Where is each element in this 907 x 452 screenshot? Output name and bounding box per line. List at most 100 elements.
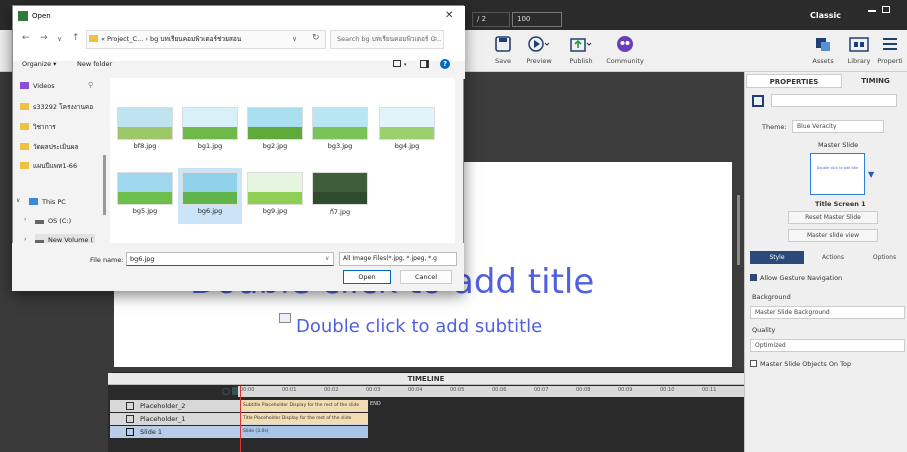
preview-tool[interactable]: Preview [516,34,562,65]
help-icon[interactable]: ? [440,59,450,69]
chevron-down-icon[interactable]: ∨ [16,197,20,204]
chevron-down-icon[interactable]: ▾ [404,62,407,68]
file-item[interactable]: bg3.jpg [308,103,372,159]
nav-item-folder[interactable]: s33292 โครงงานคอ [20,101,93,113]
nav-item-folder[interactable]: วิชาการ [20,121,56,133]
slide-name-input[interactable] [771,94,897,107]
ruler-tick: 00:08 [576,387,591,393]
back-icon[interactable]: ← [22,33,30,43]
subtab-style[interactable]: Style [750,251,804,264]
file-item[interactable]: bg5.jpg [113,168,177,224]
nav-item-videos[interactable]: Videos [20,80,55,92]
nav-item-drive-c[interactable]: OS (C:) [35,215,71,227]
placeholder-icon [126,402,134,410]
slide-icon [126,428,134,436]
new-folder-button[interactable]: New folder [77,60,112,68]
folder-icon [20,103,29,110]
publish-label: Publish [569,57,593,65]
timeline-bar[interactable]: Title Placeholder Display for the rest o… [240,413,368,424]
master-slide-thumbnail[interactable]: Double click to add title [810,153,865,195]
mode-select[interactable]: Classic [810,11,841,20]
publish-tool[interactable]: Publish [558,34,604,65]
file-item[interactable]: bg4.jpg [375,103,439,159]
community-tool[interactable]: Community [602,34,648,65]
master-view-button[interactable]: Master slide view [788,229,878,242]
timeline-row[interactable]: Placeholder_1 Title Placeholder Display … [110,413,368,425]
subtab-options[interactable]: Options [862,251,907,264]
timeline-bar[interactable]: Slide (3.0s) [240,426,368,437]
ruler-tick: 00:05 [450,387,465,393]
nav-item-this-pc[interactable]: This PC [29,196,66,208]
theme-select[interactable]: Blue Veracity [792,120,884,133]
gesture-label: Allow Gesture Navigation [760,274,843,282]
chevron-right-icon[interactable]: › [24,216,26,223]
chevron-down-icon[interactable]: ▼ [868,170,874,179]
ruler-tick: 00:10 [660,387,675,393]
filetype-select[interactable]: All Image Files(*.jpg, *.jpeg, *.g [339,252,457,266]
subtab-actions[interactable]: Actions [808,251,858,264]
timeline-row[interactable]: Placeholder_2 Subtitle Placeholder Displ… [110,400,368,412]
eye-icon[interactable] [222,388,230,395]
background-label: Background [752,293,791,301]
community-icon [614,34,636,54]
timeline-row-label: Placeholder_1 [140,415,186,423]
filename-input[interactable]: bg6.jpg [126,252,334,266]
file-item[interactable]: bg2.jpg [243,103,307,159]
ruler-tick: 00:03 [366,387,381,393]
view-options-icon[interactable] [393,60,401,67]
up-icon[interactable]: ↑ [72,33,80,43]
nav-item-folder[interactable]: วัดผลประเมินผล [20,141,79,153]
reset-master-button[interactable]: Reset Master Slide [788,211,878,224]
chevron-down-icon[interactable]: ∨ [292,35,297,43]
background-select[interactable]: Master Slide Background [750,306,905,319]
ruler-tick: 00:07 [534,387,549,393]
open-button[interactable]: Open [343,270,391,284]
file-item[interactable]: ก้7.jpg [308,168,372,224]
recent-locations-icon[interactable]: ∨ [57,35,62,43]
computer-icon [29,198,38,205]
close-icon[interactable]: ✕ [445,10,453,21]
slide-type-icon [752,95,764,107]
quality-select[interactable]: Optimized [750,339,905,352]
timeline-bar[interactable]: Subtitle Placeholder Display for the res… [240,400,368,411]
tab-properties[interactable]: PROPERTIES [746,74,842,88]
organize-menu[interactable]: Organize ▾ [22,60,56,68]
chevron-right-icon[interactable]: › [24,236,26,243]
placeholder-icon [126,415,134,423]
maximize-icon[interactable] [882,6,890,13]
zoom-select[interactable]: 100 [512,12,562,27]
gesture-checkbox[interactable] [750,274,757,281]
publish-icon [570,34,592,54]
preview-pane-icon[interactable] [420,60,429,68]
ruler-tick: 00:11 [702,387,717,393]
file-item[interactable]: bf8.jpg [113,103,177,159]
preview-icon [528,34,550,54]
search-input[interactable]: Search bg บทเรียนคอมพิวเตอร์ C... [330,30,444,49]
cancel-button[interactable]: Cancel [400,270,452,284]
chevron-down-icon[interactable]: ∨ [325,255,329,262]
file-item[interactable]: bg1.jpg [178,103,242,159]
properties-tool[interactable]: Properti [872,34,907,65]
file-name: bg6.jpg [197,207,223,215]
timeline-ruler[interactable]: 00:00 00:01 00:02 00:03 00:04 00:05 00:0… [238,386,744,397]
slide-subtitle-placeholder[interactable]: Double click to add subtitle [296,316,542,337]
address-bar[interactable]: « Project_C... › bg บทเรียนคอมพิวเตอร์ช่… [86,30,326,49]
file-item[interactable]: bg6.jpg [178,168,242,224]
nav-scrollbar[interactable] [103,155,106,215]
forward-icon[interactable]: → [40,33,48,43]
app-icon [18,11,28,21]
page-indicator: / 2 [472,12,510,27]
ruler-tick: 00:00 [240,387,255,393]
refresh-icon[interactable]: ↻ [312,33,320,43]
tab-timing[interactable]: TIMING [844,74,907,88]
video-folder-icon [20,82,29,89]
nav-item-folder[interactable]: แผนปีแพท1-66 [20,160,77,172]
timeline-playhead[interactable] [240,386,241,452]
file-item[interactable]: bg9.jpg [243,168,307,224]
stage-scrollbar[interactable] [737,195,740,265]
save-icon [492,34,514,54]
master-objects-checkbox[interactable] [750,360,757,367]
timeline-row[interactable]: Slide 1 Slide (3.0s) [110,426,368,438]
folder-icon [89,35,98,42]
minimize-icon[interactable] [868,10,876,20]
